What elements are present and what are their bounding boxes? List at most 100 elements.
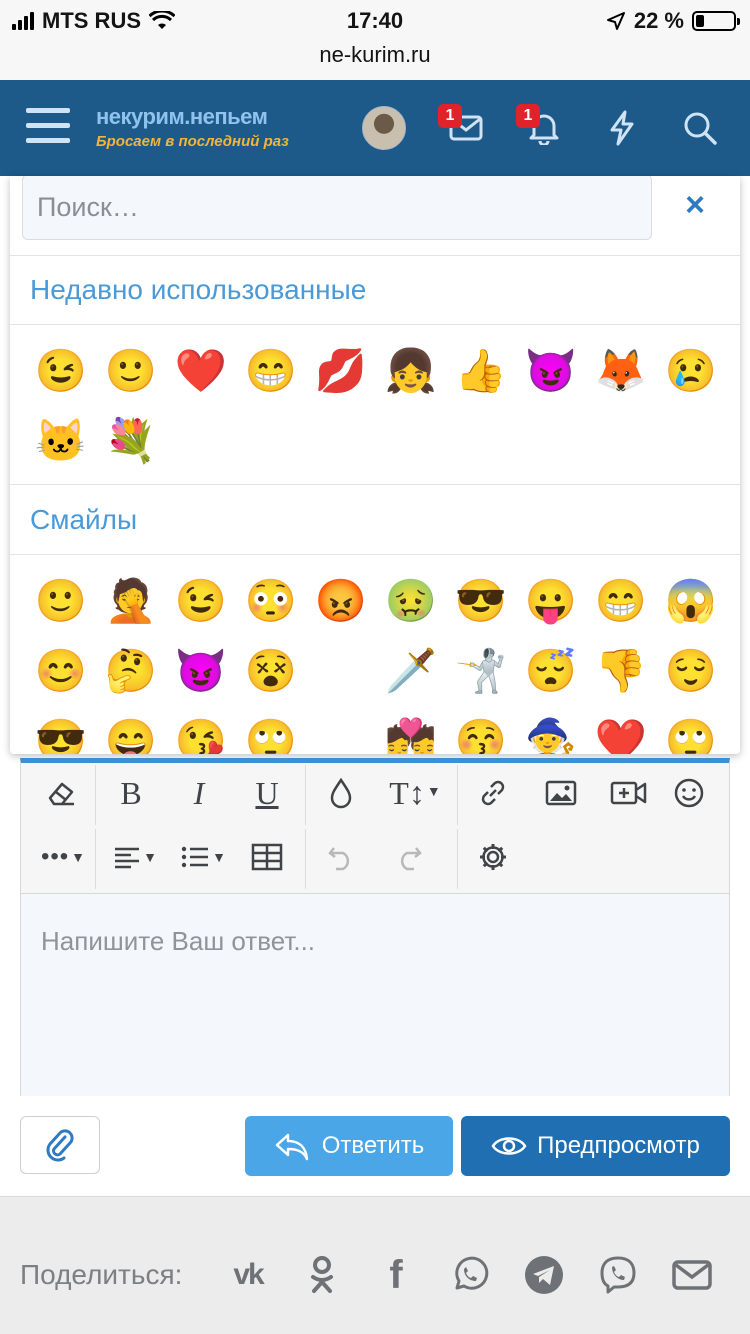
whatsapp-icon[interactable] [448, 1253, 492, 1297]
recent-emoji[interactable]: 👧 [376, 336, 446, 406]
menu-icon[interactable] [26, 108, 70, 146]
recent-emoji[interactable]: 😢 [656, 336, 726, 406]
message-textarea[interactable]: Напишите Ваш ответ... [21, 893, 729, 1096]
recent-emoji[interactable]: 🦊 [586, 336, 656, 406]
emoji-picker: × Недавно использованные 😉🙂❤️😁💋👧👍😈🦊😢🐱💐 С… [10, 176, 740, 754]
recent-emoji[interactable]: 😉 [26, 336, 96, 406]
smiley-emoji[interactable]: 😴 [516, 636, 586, 706]
whats-new-button[interactable] [604, 110, 640, 146]
close-icon[interactable]: × [680, 188, 710, 222]
preview-label: Предпросмотр [537, 1132, 700, 1159]
smiley-emoji[interactable]: 😱 [656, 566, 726, 636]
smiley-emoji[interactable]: 😎 [26, 706, 96, 754]
undo-icon[interactable] [313, 829, 369, 885]
italic-button[interactable]: I [171, 765, 227, 821]
search-button[interactable] [682, 110, 718, 146]
emoji-search-bar: × [10, 176, 740, 256]
status-bar: MTS RUS 17:40 22 % ne-kurim.ru [0, 0, 750, 80]
smiley-emoji[interactable]: 🧙 [516, 706, 586, 754]
smiley-emoji[interactable]: 🙄 [656, 706, 726, 754]
site-header: некурим.непьем Бросаем в последний раз 1… [0, 80, 750, 176]
smiley-emoji[interactable]: 🤢 [376, 566, 446, 636]
odnoklassniki-icon[interactable] [300, 1253, 344, 1297]
recent-emoji[interactable]: 😁 [236, 336, 306, 406]
smiley-emoji[interactable]: 😚 [446, 706, 516, 754]
smiley-emoji[interactable]: 👎 [586, 636, 656, 706]
recent-emoji[interactable]: 💋 [306, 336, 376, 406]
image-icon[interactable] [533, 765, 589, 821]
chevron-down-icon: ▼ [143, 849, 157, 865]
recent-emoji[interactable]: 💐 [96, 406, 166, 476]
smiley-emoji[interactable]: 😘 [166, 706, 236, 754]
eraser-icon[interactable] [33, 765, 89, 821]
smiley-emoji[interactable]: 😡 [306, 566, 376, 636]
viber-icon[interactable] [596, 1253, 640, 1297]
more-icon[interactable]: ••• ▼ [33, 829, 93, 885]
smiley-emoji[interactable]: 🙂 [26, 566, 96, 636]
share-bar: Поделиться: vk f [0, 1196, 750, 1334]
smiley-emoji[interactable]: 😳 [236, 566, 306, 636]
facebook-icon[interactable]: f [374, 1253, 418, 1297]
underline-button[interactable]: U [239, 765, 295, 821]
text-size-label: T↕ [389, 774, 425, 811]
recent-emoji[interactable]: 🙂 [96, 336, 166, 406]
smiley-emoji[interactable] [306, 706, 376, 754]
address-url[interactable]: ne-kurim.ru [0, 42, 750, 68]
recent-emoji-grid: 😉 🙂 ❤️ 😁 💋 👧 👍 😈 🦊 😢 🐱 💐 [26, 336, 726, 476]
smiley-emoji[interactable]: 😈 [166, 636, 236, 706]
reply-editor: B I U T↕ ▼ ••• ▼ ▼ ▼ Напишите Ваш ответ.… [20, 758, 730, 1096]
reply-button[interactable]: Ответить [245, 1116, 453, 1176]
smiley-emoji[interactable]: 😵 [236, 636, 306, 706]
toolbar-row-1: B I U T↕ ▼ [21, 765, 729, 829]
smiley-emoji[interactable]: 🙄 [236, 706, 306, 754]
email-icon[interactable] [670, 1253, 714, 1297]
smiley-emoji[interactable]: 😛 [516, 566, 586, 636]
attach-files-button[interactable] [20, 1116, 100, 1174]
smiley-emoji[interactable] [306, 636, 376, 706]
recent-emoji[interactable]: 🐱 [26, 406, 96, 476]
smiley-emoji[interactable]: 😄 [96, 706, 166, 754]
recent-emoji[interactable]: 👍 [446, 336, 516, 406]
smiley-emoji[interactable]: 😁 [586, 566, 656, 636]
battery-info: 22 % [606, 8, 740, 34]
bold-button[interactable]: B [103, 765, 159, 821]
smiley-emoji[interactable]: 🤺 [446, 636, 516, 706]
reply-icon [275, 1133, 308, 1161]
smiley-emoji[interactable]: 😊 [26, 636, 96, 706]
video-icon[interactable] [601, 765, 657, 821]
messages-button[interactable]: 1 [438, 104, 484, 146]
site-logo[interactable]: некурим.непьем Бросаем в последний раз [96, 104, 289, 150]
smiley-emoji[interactable]: 🤔 [96, 636, 166, 706]
color-drop-icon[interactable] [313, 765, 369, 821]
smiley-emoji[interactable]: 🤦 [96, 566, 166, 636]
smileys-section-title: Смайлы [30, 504, 138, 535]
smiley-emoji[interactable]: 🗡️ [376, 636, 446, 706]
smiley-emoji[interactable]: 😉 [166, 566, 236, 636]
recent-emoji[interactable]: 😈 [516, 336, 586, 406]
divider [95, 765, 96, 825]
settings-icon[interactable] [465, 829, 521, 885]
recent-emoji[interactable]: ❤️ [166, 336, 236, 406]
smiley-emoji[interactable]: 😎 [446, 566, 516, 636]
smiley-emoji[interactable]: 💏 [376, 706, 446, 754]
preview-button[interactable]: Предпросмотр [461, 1116, 730, 1176]
link-icon[interactable] [465, 765, 521, 821]
smiley-emoji[interactable]: 😌 [656, 636, 726, 706]
redo-icon[interactable] [381, 829, 437, 885]
telegram-icon[interactable] [522, 1253, 566, 1297]
emoji-search-input[interactable] [22, 176, 652, 240]
share-label: Поделиться: [20, 1259, 183, 1290]
align-icon[interactable]: ▼ [105, 829, 165, 885]
smileys-emoji-grid: 🙂 🤦 😉 😳 😡 🤢 😎 😛 😁 😱 😊 🤔 😈 😵 🗡️ 🤺 😴 👎 😌 😎 😄 😘 🙄 💏 😚 🧙 ❤️ 🙄 [26, 566, 726, 754]
avatar[interactable] [362, 106, 406, 150]
chevron-down-icon: ▼ [212, 849, 226, 865]
paperclip-icon [46, 1129, 74, 1162]
bolt-icon [610, 110, 634, 146]
vk-icon[interactable]: vk [226, 1253, 270, 1297]
alerts-button[interactable]: 1 [516, 104, 562, 146]
list-icon[interactable]: ▼ [173, 829, 233, 885]
smiley-emoji[interactable]: ❤️ [586, 706, 656, 754]
smiley-icon[interactable] [661, 765, 717, 821]
table-icon[interactable] [239, 829, 295, 885]
text-size-button[interactable]: T↕ ▼ [379, 765, 451, 821]
